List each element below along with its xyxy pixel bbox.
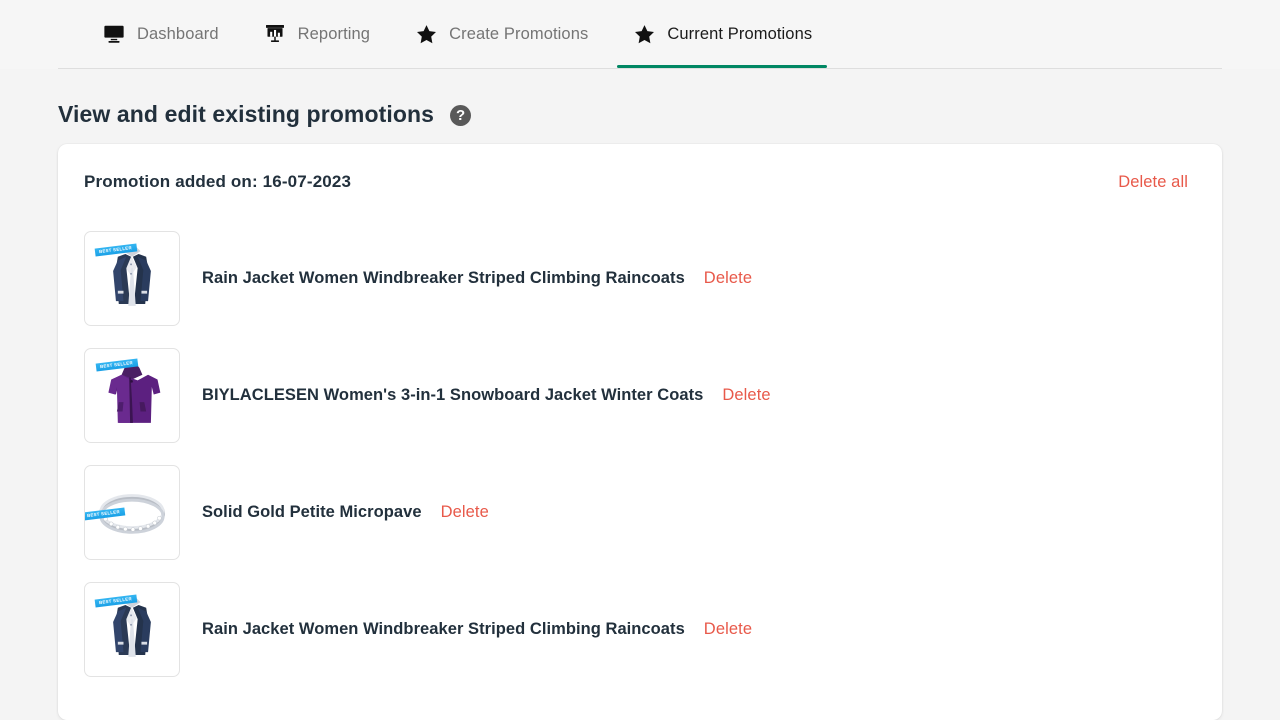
promotions-card: Promotion added on: 16-07-2023 Delete al… (58, 144, 1222, 720)
page-header: View and edit existing promotions ? (0, 69, 1280, 133)
monitor-icon (102, 22, 126, 46)
promotion-title: Rain Jacket Women Windbreaker Striped Cl… (202, 269, 685, 287)
tab-dashboard-label: Dashboard (137, 24, 219, 43)
tab-create-promotions[interactable]: Create Promotions (392, 0, 610, 68)
promotion-title: BIYLACLESEN Women's 3-in-1 Snowboard Jac… (202, 386, 704, 404)
promotion-title: Solid Gold Petite Micropave (202, 503, 422, 521)
delete-promotion-link[interactable]: Delete (704, 620, 752, 639)
product-thumbnail[interactable]: BEST SELLER (84, 348, 180, 443)
promotion-row: BEST SELLER BIYLACLESEN Women's 3-in-1 S… (84, 337, 1196, 454)
product-thumbnail[interactable]: BEST SELLER (84, 231, 180, 326)
delete-all-link[interactable]: Delete all (1118, 173, 1188, 192)
tab-reporting-label: Reporting (297, 24, 371, 43)
tab-dashboard[interactable]: Dashboard (80, 0, 241, 68)
bar-chart-icon (263, 22, 287, 46)
tab-current-promotions-label: Current Promotions (667, 24, 813, 43)
promotion-added-on: Promotion added on: 16-07-2023 (84, 172, 352, 191)
product-thumbnail[interactable]: BEST SELLER (84, 465, 180, 560)
promotion-row: BEST SELLER Rain Jacket Women Windbreake… (84, 571, 1196, 688)
delete-promotion-link[interactable]: Delete (722, 386, 770, 405)
promotion-title: Rain Jacket Women Windbreaker Striped Cl… (202, 620, 685, 638)
promotion-row: BEST SELLER Solid Gold Petite Micropave … (84, 454, 1196, 571)
product-thumbnail[interactable]: BEST SELLER (84, 582, 180, 677)
promotion-row: BEST SELLER Rain Jacket Women Windbreake… (84, 220, 1196, 337)
help-icon[interactable]: ? (450, 104, 472, 126)
tab-reporting[interactable]: Reporting (241, 0, 392, 68)
promotions-card-header: Promotion added on: 16-07-2023 Delete al… (84, 144, 1196, 220)
page-title: View and edit existing promotions (58, 100, 435, 127)
tab-create-promotions-label: Create Promotions (449, 24, 589, 43)
tab-current-promotions[interactable]: Current Promotions (610, 0, 834, 68)
promotions-list: BEST SELLER Rain Jacket Women Windbreake… (84, 220, 1196, 688)
star-icon (632, 22, 656, 46)
star-icon (414, 22, 438, 46)
top-navigation-bar: Dashboard Reporting Create Promotions Cu… (0, 0, 1280, 69)
delete-promotion-link[interactable]: Delete (704, 269, 752, 288)
delete-promotion-link[interactable]: Delete (441, 503, 489, 522)
